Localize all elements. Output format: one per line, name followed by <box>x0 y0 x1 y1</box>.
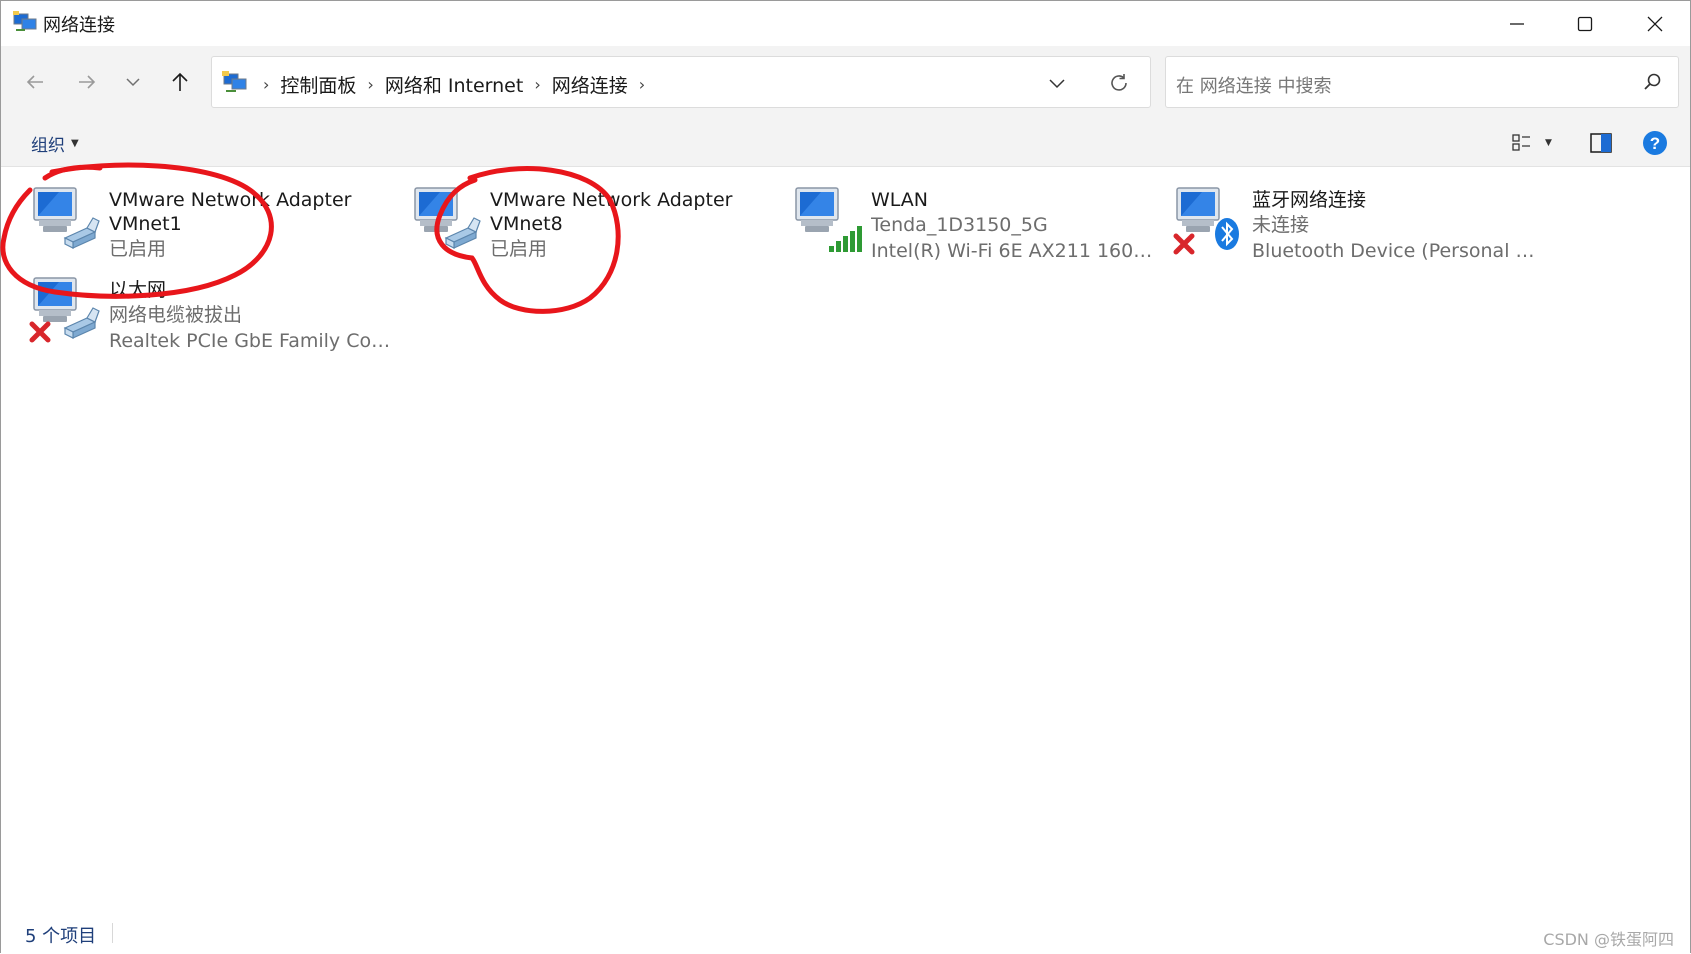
recent-locations-button[interactable] <box>117 66 149 98</box>
address-history-button[interactable] <box>1044 70 1070 96</box>
up-button[interactable] <box>164 66 196 98</box>
connection-text: 蓝牙网络连接 未连接 Bluetooth Device (Personal Ar… <box>1252 188 1542 264</box>
connection-status: Tenda_1D3150_5G <box>871 214 1048 236</box>
connection-name-line2: VMnet8 <box>490 213 563 235</box>
network-folder-icon <box>13 11 37 31</box>
organize-menu-button[interactable]: 组织 ▼ <box>31 131 79 156</box>
connection-name: 以太网 <box>109 279 167 301</box>
search-icon <box>1644 73 1661 90</box>
command-bar: 组织 ▼ ▼ ? <box>1 118 1690 167</box>
caret-down-icon: ▼ <box>71 138 79 149</box>
connection-name: VMware Network Adapter <box>490 189 733 211</box>
arrow-left-icon <box>26 75 43 89</box>
breadcrumb-control-panel[interactable]: 控制面板 <box>280 71 356 98</box>
control-panel-icon <box>222 71 247 92</box>
watermark-text: CSDN @铁蛋阿四 <box>1543 930 1674 949</box>
arrow-up-icon <box>172 72 188 91</box>
refresh-button[interactable] <box>1106 70 1132 96</box>
title-bar: 网络连接 <box>1 1 1690 46</box>
caret-down-icon: ▼ <box>1545 138 1552 148</box>
connection-item-vmnet8[interactable]: VMware Network Adapter VMnet8 已启用 <box>410 180 780 270</box>
breadcrumb-network-internet[interactable]: 网络和 Internet <box>385 71 523 98</box>
disconnected-x-icon <box>1176 236 1192 252</box>
connection-item-bluetooth[interactable]: 蓝牙网络连接 未连接 Bluetooth Device (Personal Ar… <box>1172 180 1542 270</box>
connection-text: 以太网 网络电缆被拔出 Realtek PCIe GbE Family Cont… <box>109 278 399 354</box>
breadcrumb-separator: › <box>263 75 270 94</box>
refresh-icon <box>1111 74 1127 91</box>
organize-label: 组织 <box>31 136 65 156</box>
forward-button[interactable] <box>71 66 103 98</box>
network-connections-window: 网络连接 › 控制面板 › 网络和 Internet › 网络连接 › 在 网络… <box>0 0 1691 954</box>
connection-name-line2: VMnet1 <box>109 213 182 235</box>
connection-item-wlan[interactable]: WLAN Tenda_1D3150_5G Intel(R) Wi-Fi 6E A… <box>791 180 1161 270</box>
connection-text: VMware Network Adapter VMnet8 已启用 <box>490 188 780 262</box>
connection-status: 网络电缆被拔出 <box>109 304 243 326</box>
connection-name: VMware Network Adapter <box>109 189 352 211</box>
connection-text: VMware Network Adapter VMnet1 已启用 <box>109 188 399 262</box>
ethernet-adapter-icon <box>29 277 100 350</box>
close-button[interactable] <box>1620 1 1690 46</box>
connection-device: Intel(R) Wi-Fi 6E AX211 160M... <box>871 240 1161 262</box>
file-list: VMware Network Adapter VMnet1 已启用 VMware… <box>1 168 1690 908</box>
connection-text: WLAN Tenda_1D3150_5G Intel(R) Wi-Fi 6E A… <box>871 188 1161 264</box>
wifi-adapter-icon <box>795 187 862 252</box>
connection-status: 已启用 <box>109 238 167 260</box>
minimize-icon <box>1510 22 1524 25</box>
back-button[interactable] <box>19 66 51 98</box>
search-placeholder: 在 网络连接 中搜索 <box>1176 76 1332 97</box>
connection-status: 未连接 <box>1252 214 1310 236</box>
connection-device: Bluetooth Device (Personal Are... <box>1252 240 1542 262</box>
svg-text:?: ? <box>1650 134 1660 153</box>
connection-name: 蓝牙网络连接 <box>1252 189 1367 211</box>
status-divider <box>112 923 113 943</box>
minimize-button[interactable] <box>1482 1 1552 46</box>
search-input[interactable]: 在 网络连接 中搜索 <box>1165 56 1679 108</box>
maximize-button[interactable] <box>1550 1 1620 46</box>
connection-name: WLAN <box>871 189 929 211</box>
breadcrumb-separator[interactable]: › <box>639 75 645 94</box>
window-title: 网络连接 <box>43 15 115 36</box>
chevron-down-icon <box>126 78 140 87</box>
maximize-icon <box>1577 16 1593 31</box>
address-bar[interactable]: › 控制面板 › 网络和 Internet › 网络连接 › <box>211 56 1151 108</box>
breadcrumb-separator[interactable]: › <box>367 75 373 94</box>
view-tiles-icon <box>1512 134 1530 151</box>
preview-pane-icon[interactable] <box>1589 131 1613 155</box>
breadcrumb-network-connections[interactable]: 网络连接 <box>552 71 628 98</box>
connection-status: 已启用 <box>490 238 548 260</box>
close-icon <box>1647 16 1663 31</box>
ethernet-adapter-icon <box>33 187 100 249</box>
connection-item-vmnet1[interactable]: VMware Network Adapter VMnet1 已启用 <box>29 180 399 270</box>
change-view-button[interactable]: ▼ <box>1511 130 1561 156</box>
chevron-down-icon <box>1049 79 1065 89</box>
help-icon[interactable]: ? <box>1642 130 1668 156</box>
signal-bars-icon <box>829 226 862 252</box>
connection-device: Realtek PCIe GbE Family Contr... <box>109 330 399 352</box>
bluetooth-icon <box>1215 218 1239 250</box>
item-count: 5 个项目 <box>25 926 97 947</box>
bluetooth-adapter-icon <box>1172 187 1239 260</box>
arrow-right-icon <box>79 75 96 89</box>
status-bar: 5 个项目 CSDN @铁蛋阿四 <box>1 908 1690 954</box>
breadcrumb: › 控制面板 › 网络和 Internet › 网络连接 › <box>252 71 656 98</box>
breadcrumb-separator[interactable]: › <box>534 75 540 94</box>
disconnected-x-icon <box>32 324 48 340</box>
connection-item-ethernet[interactable]: 以太网 网络电缆被拔出 Realtek PCIe GbE Family Cont… <box>29 270 399 360</box>
navigation-bar: › 控制面板 › 网络和 Internet › 网络连接 › 在 网络连接 中搜… <box>1 46 1690 118</box>
ethernet-adapter-icon <box>414 187 481 249</box>
